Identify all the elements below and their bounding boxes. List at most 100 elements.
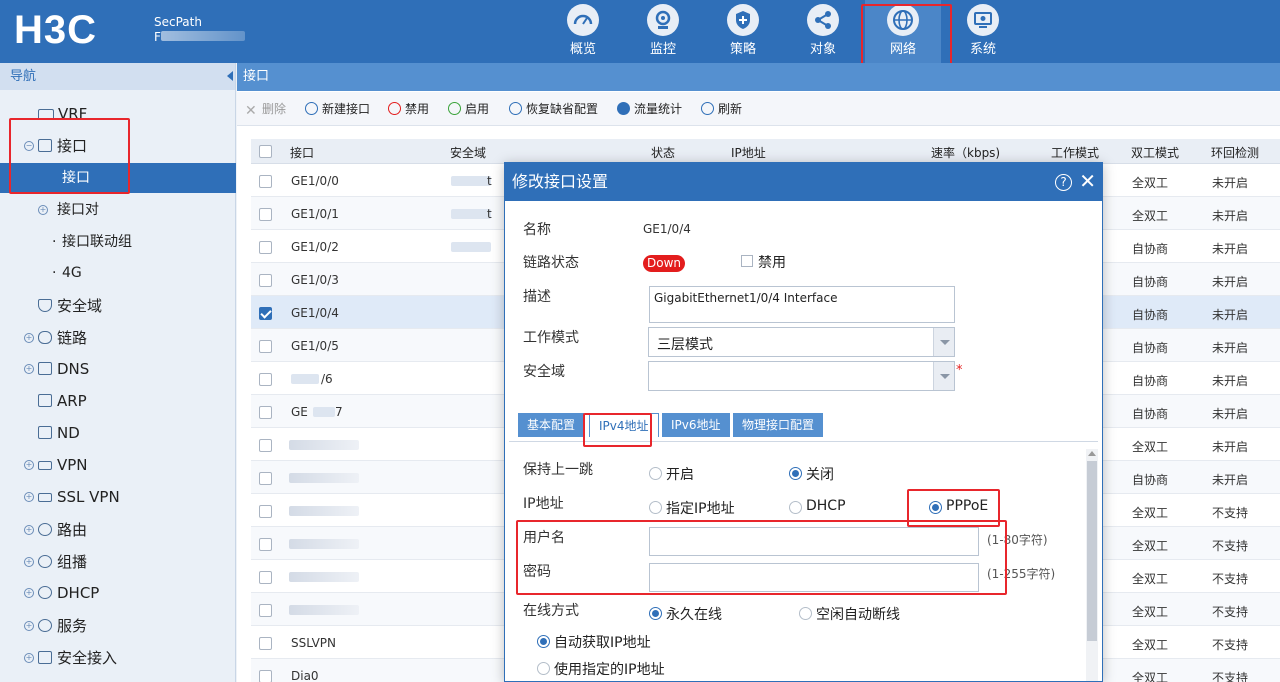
column-header[interactable]: 安全域 xyxy=(450,144,486,161)
refresh-button[interactable]: 刷新 xyxy=(701,101,742,117)
scroll-thumb[interactable] xyxy=(1087,461,1097,641)
row-checkbox[interactable] xyxy=(259,604,272,617)
expand-icon[interactable]: + xyxy=(24,653,34,663)
column-header[interactable]: 双工模式 xyxy=(1131,144,1179,161)
sidebar-label: DNS xyxy=(57,360,90,378)
username-field[interactable] xyxy=(649,527,979,556)
expand-icon[interactable]: + xyxy=(24,333,34,343)
expand-icon[interactable]: + xyxy=(24,588,34,598)
sidebar-item-dns[interactable]: + DNS xyxy=(0,354,236,384)
sidebar-item-nd[interactable]: ND xyxy=(0,418,236,448)
sidebar-item-secure-access[interactable]: + 安全接入 xyxy=(0,643,236,673)
expand-icon[interactable]: + xyxy=(24,460,34,470)
expand-icon[interactable]: − xyxy=(24,141,34,151)
sidebar-item-services[interactable]: + 服务 xyxy=(0,611,236,641)
security-zone-select[interactable] xyxy=(648,361,955,391)
row-checkbox[interactable] xyxy=(259,340,272,353)
sidebar-item-vpn[interactable]: + VPN xyxy=(0,450,236,480)
sidebar-item-multicast[interactable]: + 组播 xyxy=(0,547,236,577)
row-checkbox[interactable] xyxy=(259,406,272,419)
ip-dhcp-radio[interactable] xyxy=(789,501,802,514)
column-header[interactable]: 状态 xyxy=(651,144,675,161)
nav-system[interactable]: 系统 xyxy=(945,0,1021,63)
sidebar-item-security-zone[interactable]: 安全域 xyxy=(0,291,236,321)
column-header[interactable]: 接口 xyxy=(290,144,314,161)
sidebar-item-interface-group[interactable]: − 接口 xyxy=(0,131,236,161)
loop-detect-cell: 未开启 xyxy=(1212,308,1249,322)
row-checkbox[interactable] xyxy=(259,472,272,485)
restore-default-button[interactable]: 恢复缺省配置 xyxy=(509,101,598,117)
sidebar-item-routing[interactable]: + 路由 xyxy=(0,515,236,545)
fixed-ip-radio[interactable] xyxy=(537,662,550,675)
sidebar-item-4g[interactable]: · 4G xyxy=(0,258,236,288)
row-checkbox[interactable] xyxy=(259,505,272,518)
new-interface-button[interactable]: 新建接口 xyxy=(305,101,370,117)
row-checkbox[interactable] xyxy=(259,241,272,254)
collapse-arrow-icon[interactable] xyxy=(227,71,233,81)
row-checkbox[interactable] xyxy=(259,307,272,320)
row-checkbox[interactable] xyxy=(259,571,272,584)
ip-static-radio[interactable] xyxy=(649,501,662,514)
duplex-cell: 全双工 xyxy=(1132,605,1169,619)
sidebar-item-link[interactable]: + 链路 xyxy=(0,323,236,353)
password-field[interactable] xyxy=(649,563,979,592)
traffic-stats-button[interactable]: 流量统计 xyxy=(617,101,682,117)
row-checkbox[interactable] xyxy=(259,637,272,650)
ip-pppoe-radio[interactable] xyxy=(929,501,942,514)
expand-icon[interactable]: + xyxy=(24,621,34,631)
sidebar-item-interface-linkage[interactable]: · 接口联动组 xyxy=(0,227,236,257)
nav-monitor[interactable]: 监控 xyxy=(625,0,701,63)
expand-icon[interactable]: + xyxy=(38,205,48,215)
sidebar-item-interface[interactable]: 接口 xyxy=(0,163,236,193)
scroll-up-icon[interactable] xyxy=(1088,451,1096,456)
sidebar-item-dhcp[interactable]: + DHCP xyxy=(0,578,236,608)
select-all-checkbox[interactable] xyxy=(259,145,272,158)
sidebar-item-ssl-vpn[interactable]: + SSL VPN xyxy=(0,482,236,512)
sidebar-item-vrf[interactable]: VRF xyxy=(0,99,236,129)
nav-objects[interactable]: 对象 xyxy=(785,0,861,63)
tab-ipv4[interactable]: IPv4地址 xyxy=(589,413,659,437)
column-header[interactable]: 工作模式 xyxy=(1051,144,1099,161)
work-mode-select[interactable]: 三层模式 xyxy=(648,327,955,357)
multicast-icon xyxy=(38,555,52,568)
row-checkbox[interactable] xyxy=(259,373,272,386)
online-idle-radio[interactable] xyxy=(799,607,812,620)
auto-ip-radio[interactable] xyxy=(537,635,550,648)
online-always-radio[interactable] xyxy=(649,607,662,620)
sidebar-label: ND xyxy=(57,424,80,442)
help-icon[interactable]: ? xyxy=(1055,174,1072,191)
disable-checkbox[interactable] xyxy=(741,255,753,267)
tab-basic[interactable]: 基本配置 xyxy=(518,413,585,437)
expand-icon[interactable]: + xyxy=(24,525,34,535)
keep-hop-off-radio[interactable] xyxy=(789,467,802,480)
brand-logo: H3C xyxy=(14,8,98,52)
row-checkbox[interactable] xyxy=(259,439,272,452)
description-field[interactable]: GigabitEthernet1/0/4 Interface xyxy=(649,286,955,323)
row-checkbox[interactable] xyxy=(259,274,272,287)
expand-icon[interactable]: + xyxy=(24,492,34,502)
row-checkbox[interactable] xyxy=(259,538,272,551)
row-checkbox[interactable] xyxy=(259,208,272,221)
column-header[interactable]: IP地址 xyxy=(731,144,766,161)
expand-icon[interactable]: + xyxy=(24,364,34,374)
close-icon[interactable]: ✕ xyxy=(1079,169,1096,193)
column-header[interactable]: 环回检测 xyxy=(1211,144,1259,161)
enable-button[interactable]: 启用 xyxy=(448,101,489,117)
column-header[interactable]: 速率（kbps) xyxy=(931,144,1000,161)
nav-policy[interactable]: 策略 xyxy=(705,0,781,63)
tab-ipv6[interactable]: IPv6地址 xyxy=(662,413,730,437)
masked-name xyxy=(289,506,359,516)
expand-icon[interactable]: + xyxy=(24,557,34,567)
delete-button[interactable]: ✕ 删除 xyxy=(245,101,286,118)
row-checkbox[interactable] xyxy=(259,670,272,682)
keep-hop-on-radio[interactable] xyxy=(649,467,662,480)
dialog-scrollbar[interactable] xyxy=(1086,449,1098,681)
row-checkbox[interactable] xyxy=(259,175,272,188)
required-mark: * xyxy=(956,363,963,378)
disable-button[interactable]: 禁用 xyxy=(388,101,429,117)
nav-overview[interactable]: 概览 xyxy=(545,0,621,63)
tab-physical[interactable]: 物理接口配置 xyxy=(733,413,824,437)
nav-network[interactable]: 网络 xyxy=(865,0,941,63)
sidebar-item-interface-pair[interactable]: + 接口对 xyxy=(0,195,236,225)
sidebar-item-arp[interactable]: ARP xyxy=(0,386,236,416)
